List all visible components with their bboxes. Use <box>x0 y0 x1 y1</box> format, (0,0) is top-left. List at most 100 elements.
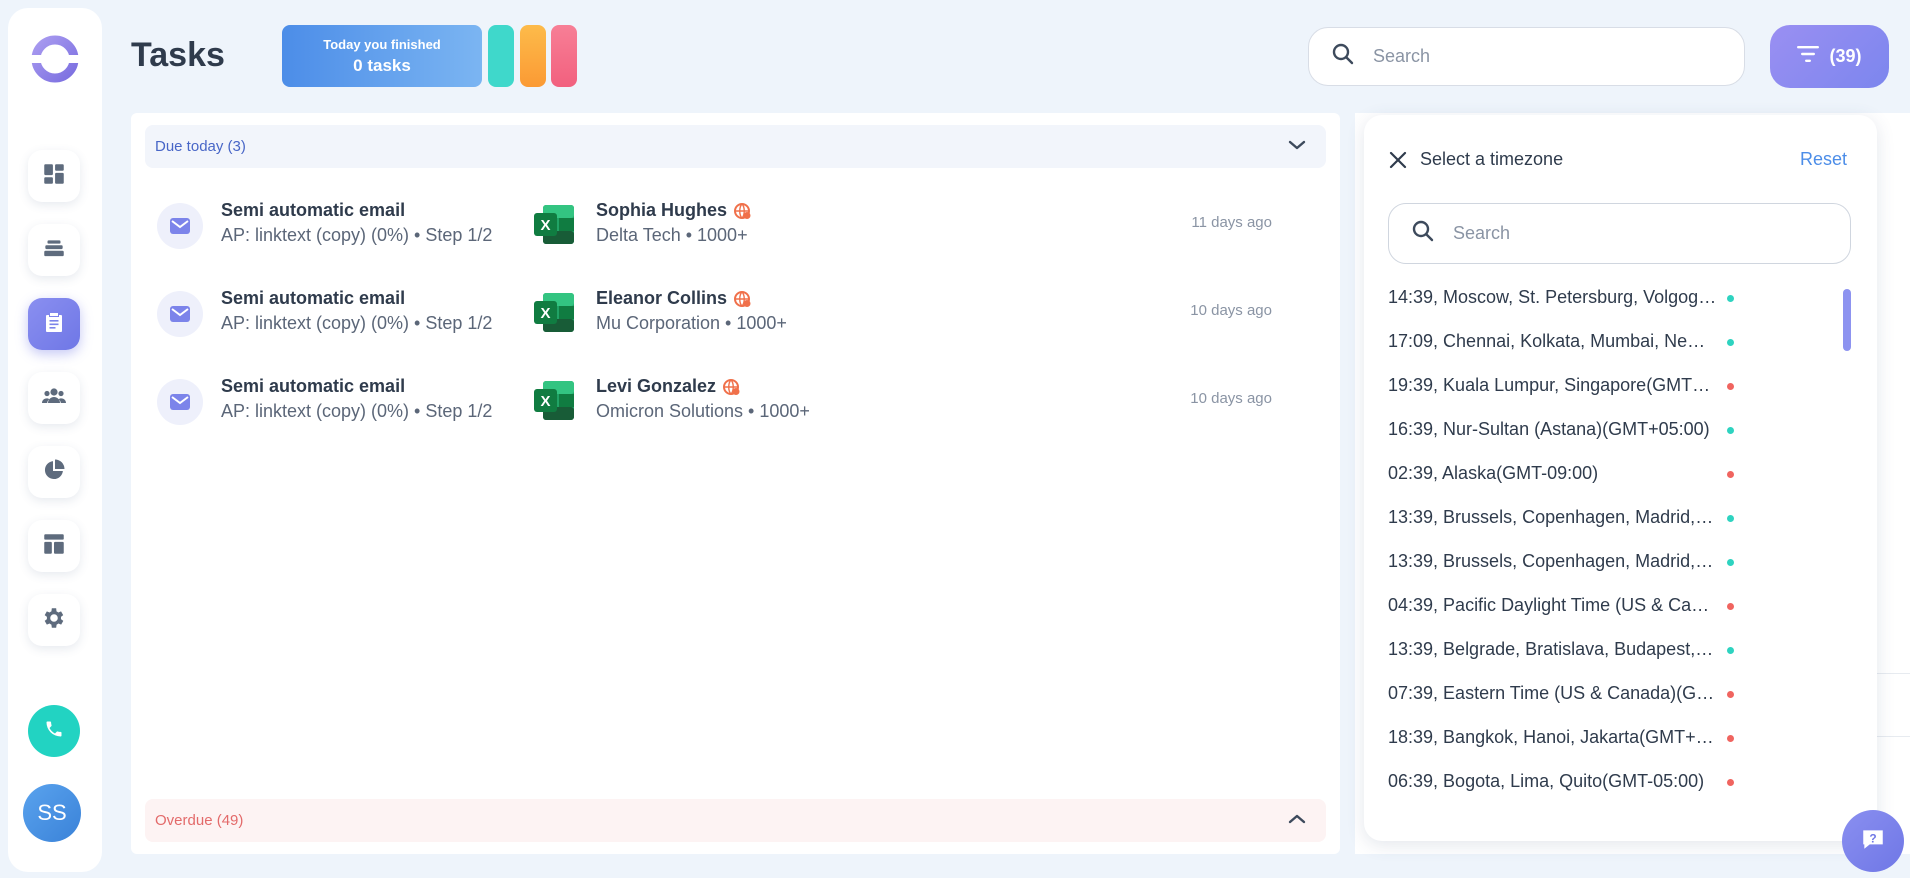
globe-warning-icon <box>734 290 751 307</box>
phone-icon <box>44 719 64 744</box>
timezone-item[interactable]: 19:39, Kuala Lumpur, Singapore(GMT+08:00… <box>1388 375 1838 419</box>
task-row[interactable]: Semi automatic email AP: linktext (copy)… <box>131 276 1340 346</box>
email-icon <box>157 379 203 425</box>
contact-name-text[interactable]: Sophia Hughes <box>596 200 727 221</box>
filter-icon <box>1797 45 1820 68</box>
status-dot <box>1727 471 1734 478</box>
task-subtitle: AP: linktext (copy) (0%) • Step 1/2 <box>221 401 493 421</box>
status-dot <box>1727 295 1734 302</box>
search-input[interactable] <box>1373 46 1678 67</box>
today-finished-card[interactable]: Today you finished 0 tasks <box>282 25 482 87</box>
task-title[interactable]: Semi automatic email <box>221 200 405 221</box>
layers-icon <box>41 235 67 266</box>
timezone-label: 06:39, Bogota, Lima, Quito(GMT-05:00) <box>1388 771 1705 791</box>
excel-icon: X <box>533 203 576 246</box>
close-icon[interactable] <box>1388 150 1408 175</box>
contact-name[interactable]: Sophia Hughes <box>596 200 751 221</box>
status-dot <box>1727 691 1734 698</box>
excel-icon: X <box>533 291 576 334</box>
sidebar-item-settings[interactable] <box>28 594 80 646</box>
timezone-label: 13:39, Brussels, Copenhagen, Madrid, Par… <box>1388 551 1718 571</box>
sidebar-item-templates[interactable] <box>28 520 80 572</box>
timezone-label: 18:39, Bangkok, Hanoi, Jakarta(GMT+07:00… <box>1388 727 1718 747</box>
status-pill-pink[interactable] <box>551 25 577 87</box>
timezone-item[interactable]: 16:39, Nur-Sultan (Astana)(GMT+05:00) <box>1388 419 1838 463</box>
timezone-label: 04:39, Pacific Daylight Time (US & Canad… <box>1388 595 1718 615</box>
contact-name[interactable]: Eleanor Collins <box>596 288 751 309</box>
contact-name[interactable]: Levi Gonzalez <box>596 376 740 397</box>
filter-button[interactable]: (39) <box>1770 25 1889 88</box>
svg-text:X: X <box>540 217 550 234</box>
contact-name-text[interactable]: Eleanor Collins <box>596 288 727 309</box>
finished-count: 0 tasks <box>353 56 411 75</box>
task-row[interactable]: Semi automatic email AP: linktext (copy)… <box>131 364 1340 434</box>
globe-warning-icon <box>734 202 751 219</box>
timezone-label: 19:39, Kuala Lumpur, Singapore(GMT+08:00… <box>1388 375 1718 395</box>
help-chat-icon: ? <box>1860 826 1886 857</box>
company-info: Delta Tech • 1000+ <box>596 225 748 245</box>
sidebar-item-reports[interactable] <box>28 446 80 498</box>
overdue-label: Overdue (49) <box>155 812 244 829</box>
company-info: Omicron Solutions • 1000+ <box>596 401 810 421</box>
task-search[interactable] <box>1308 27 1745 86</box>
timezone-label: 13:39, Belgrade, Bratislava, Budapest, L… <box>1388 639 1718 659</box>
status-pill-orange[interactable] <box>520 25 546 87</box>
user-avatar[interactable]: SS <box>23 784 81 842</box>
sidebar-item-tasks[interactable] <box>28 298 80 350</box>
timezone-search-input[interactable] <box>1453 223 1776 244</box>
email-icon <box>157 291 203 337</box>
status-pill-teal[interactable] <box>488 25 514 87</box>
timezone-panel: Select a timezone Reset 14:39, Moscow, S… <box>1364 115 1877 841</box>
timezone-item[interactable]: 14:39, Moscow, St. Petersburg, Volgograd… <box>1388 287 1838 331</box>
timezone-search[interactable] <box>1388 203 1851 264</box>
status-dot <box>1727 339 1734 346</box>
status-dot <box>1727 647 1734 654</box>
chevron-up-icon[interactable] <box>1288 812 1306 829</box>
people-icon <box>40 383 68 414</box>
due-today-group-header[interactable]: Due today (3) <box>145 125 1326 168</box>
sidebar-item-sequences[interactable] <box>28 224 80 276</box>
overdue-group-header[interactable]: Overdue (49) <box>145 799 1326 842</box>
task-row[interactable]: Semi automatic email AP: linktext (copy)… <box>131 188 1340 258</box>
scrollbar-thumb[interactable] <box>1843 289 1851 351</box>
svg-text:X: X <box>540 393 550 410</box>
timezone-item[interactable]: 13:39, Brussels, Copenhagen, Madrid, Par… <box>1388 507 1838 551</box>
sidebar: SS <box>8 8 102 872</box>
task-title[interactable]: Semi automatic email <box>221 376 405 397</box>
status-dot <box>1727 515 1734 522</box>
timezone-item[interactable]: 13:39, Belgrade, Bratislava, Budapest, L… <box>1388 639 1838 683</box>
timezone-item[interactable]: 13:39, Brussels, Copenhagen, Madrid, Par… <box>1388 551 1838 595</box>
status-dot <box>1727 427 1734 434</box>
timezone-item[interactable]: 07:39, Eastern Time (US & Canada)(GMT-04… <box>1388 683 1838 727</box>
app-logo[interactable] <box>29 33 81 85</box>
gear-icon <box>41 605 67 636</box>
timezone-list: 14:39, Moscow, St. Petersburg, Volgograd… <box>1388 287 1838 815</box>
help-chat-button[interactable]: ? <box>1842 810 1904 872</box>
contact-name-text[interactable]: Levi Gonzalez <box>596 376 716 397</box>
sidebar-item-dashboard[interactable] <box>28 150 80 202</box>
svg-text:?: ? <box>1869 831 1876 845</box>
task-time: 11 days ago <box>1191 214 1272 231</box>
search-icon <box>1411 219 1435 248</box>
excel-icon: X <box>533 379 576 422</box>
timezone-label: 02:39, Alaska(GMT-09:00) <box>1388 463 1599 483</box>
timezone-item[interactable]: 18:39, Bangkok, Hanoi, Jakarta(GMT+07:00… <box>1388 727 1838 771</box>
timezone-item[interactable]: 04:39, Pacific Daylight Time (US & Canad… <box>1388 595 1838 639</box>
timezone-panel-title: Select a timezone <box>1420 149 1564 169</box>
pie-chart-icon <box>42 458 66 487</box>
timezone-item[interactable]: 06:39, Bogota, Lima, Quito(GMT-05:00) <box>1388 771 1838 815</box>
chevron-down-icon[interactable] <box>1288 138 1306 155</box>
due-today-label: Due today (3) <box>155 138 246 155</box>
call-button[interactable] <box>28 705 80 757</box>
timezone-label: 17:09, Chennai, Kolkata, Mumbai, New Del… <box>1388 331 1718 351</box>
filter-count: (39) <box>1829 46 1862 66</box>
timezone-item[interactable]: 02:39, Alaska(GMT-09:00) <box>1388 463 1838 507</box>
timezone-item[interactable]: 17:09, Chennai, Kolkata, Mumbai, New Del… <box>1388 331 1838 375</box>
task-subtitle: AP: linktext (copy) (0%) • Step 1/2 <box>221 313 493 333</box>
status-dot <box>1727 603 1734 610</box>
company-info: Mu Corporation • 1000+ <box>596 313 787 333</box>
dashboard-icon <box>41 161 67 192</box>
sidebar-item-contacts[interactable] <box>28 372 80 424</box>
task-title[interactable]: Semi automatic email <box>221 288 405 309</box>
reset-button[interactable]: Reset <box>1800 149 1847 170</box>
